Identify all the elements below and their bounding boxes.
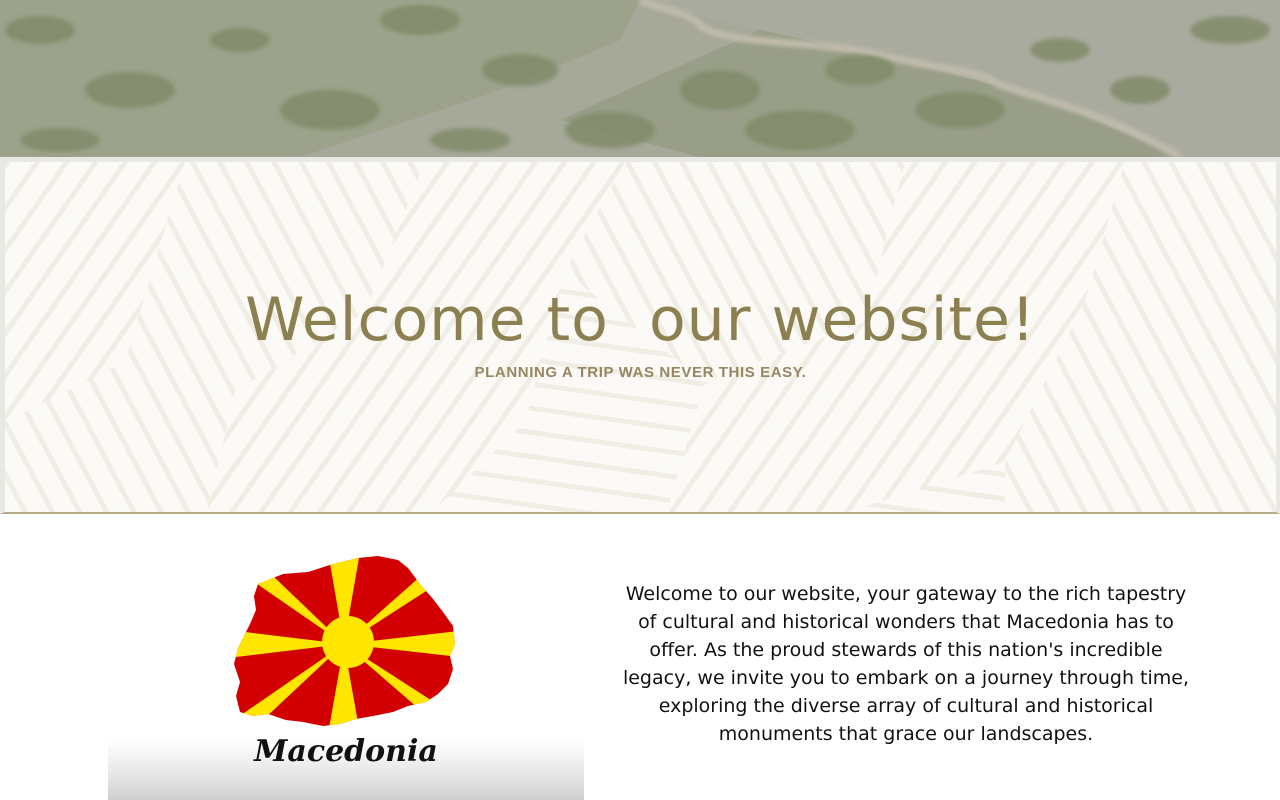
macedonia-map-image: Macedonia: [108, 544, 584, 800]
welcome-title: Welcome to our website!: [245, 285, 1036, 355]
intro-paragraph: Welcome to our website, your gateway to …: [622, 583, 1190, 745]
map-label: Macedonia: [254, 734, 438, 769]
hero-image: [0, 0, 1280, 157]
welcome-subtitle: PLANNING A TRIP WAS NEVER THIS EASY.: [474, 364, 807, 381]
intro-section: Macedonia Welcome to our website, your g…: [0, 514, 1280, 800]
welcome-banner: Welcome to our website! PLANNING A TRIP …: [0, 157, 1280, 514]
mountain-landscape-photo: [0, 0, 1280, 157]
